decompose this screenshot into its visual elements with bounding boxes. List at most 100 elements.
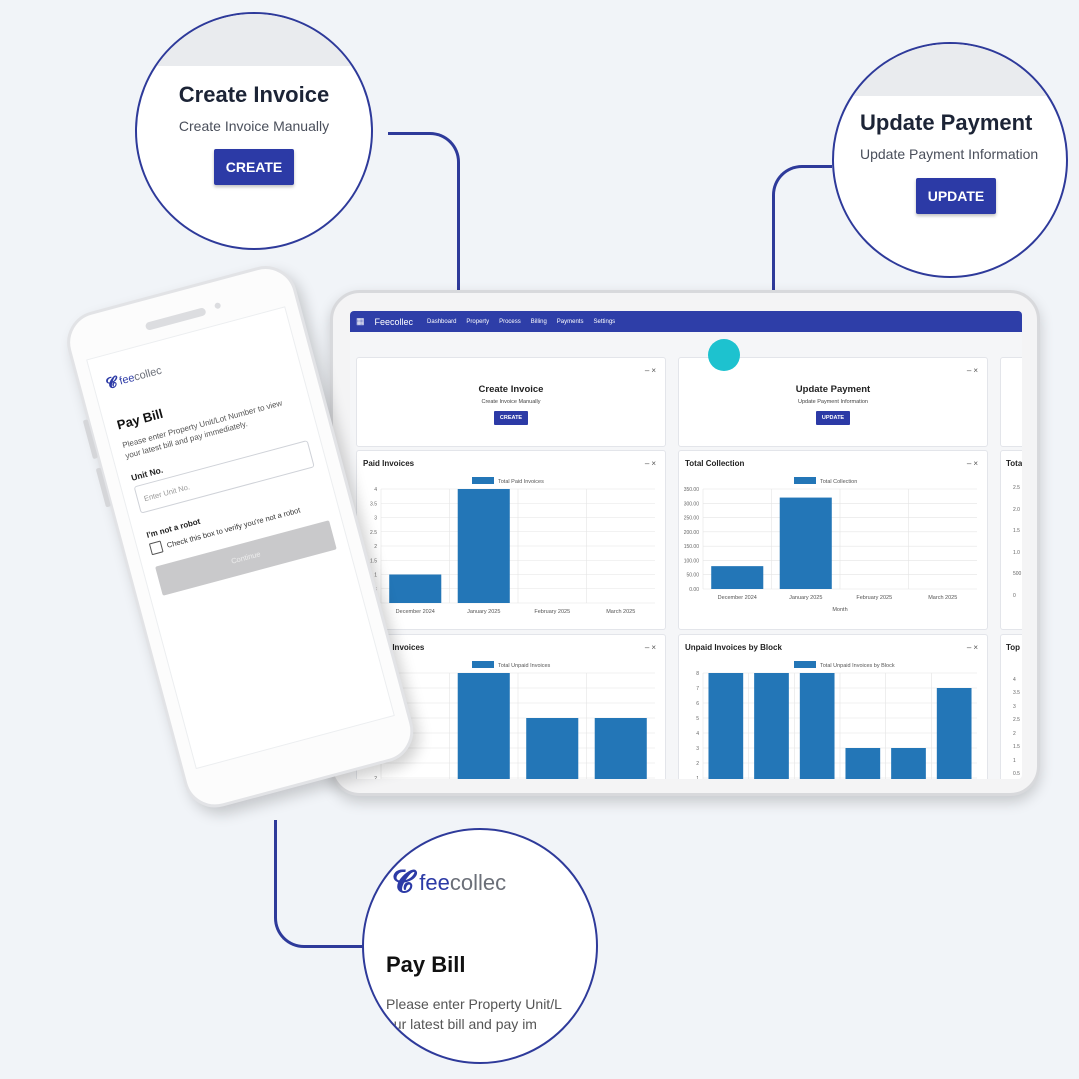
chart-legend: Total Collection <box>794 477 857 485</box>
card-update-subtitle: Update Payment Information <box>797 399 868 405</box>
legend-swatch <box>472 477 494 484</box>
nav-process[interactable]: Process <box>499 319 521 325</box>
callout-paybill-title: Pay Bill <box>386 952 466 977</box>
x-tick-label: January 2025 <box>789 595 822 601</box>
bar[interactable] <box>891 748 926 779</box>
y-tick-label: 3.5 <box>1013 690 1020 697</box>
card-unpaid-by-block: Unpaid Invoices by Block –× Total Unpaid… <box>678 634 988 779</box>
tablet-device: ▦ Feecollec Dashboard Property Process B… <box>330 290 1040 796</box>
logo-prefix: fee <box>419 870 450 895</box>
y-tick-label: 2.0 <box>1013 506 1020 513</box>
y-tick-label: 3 <box>1013 703 1016 710</box>
captcha-checkbox[interactable] <box>148 540 164 556</box>
y-tick-label: 1 <box>696 776 699 779</box>
connector-line-update <box>772 165 832 310</box>
bar[interactable] <box>845 748 881 779</box>
callout-create-button[interactable]: CREATE <box>214 149 294 185</box>
nav-settings[interactable]: Settings <box>593 319 615 325</box>
paid-invoices-chart: Total Paid Invoices00.511.522.533.54Dece… <box>370 477 655 615</box>
card-update-title: Update Payment <box>795 384 871 395</box>
unpaid-by-block-chart: Total Unpaid Invoices by Block012345678 <box>696 661 977 779</box>
cursor-indicator <box>708 339 740 371</box>
y-tick-label: 0.5 <box>1013 771 1020 777</box>
callout-paybill-line2: our latest bill and pay im <box>386 1016 537 1032</box>
create-button[interactable]: CREATE <box>493 411 529 425</box>
bar[interactable] <box>711 566 764 589</box>
y-tick-label: 3 <box>696 746 699 752</box>
feecollec-logo: 𝓒 feecollec <box>392 868 562 898</box>
top-navigation-bar: ▦ Feecollec Dashboard Property Process B… <box>350 311 1022 332</box>
x-tick-label: January 2025 <box>467 609 500 615</box>
nav-billing[interactable]: Billing <box>531 319 547 325</box>
logo-suffix: collec <box>449 870 507 895</box>
y-tick-label: 8 <box>696 671 699 677</box>
x-tick-label: March 2025 <box>606 609 635 615</box>
bar[interactable] <box>594 718 647 779</box>
x-tick-label: February 2025 <box>534 609 570 615</box>
bar[interactable] <box>457 673 510 779</box>
bar[interactable] <box>936 688 972 779</box>
card-partial-right-1 <box>1000 357 1022 447</box>
y-tick-label: 1 <box>1013 757 1016 764</box>
y-tick-label: 1.5 <box>1013 744 1020 751</box>
card-paid-invoices: Paid Invoices –× Total Paid Invoices00.5… <box>356 450 666 630</box>
legend-label: Total Unpaid Invoices <box>498 663 551 669</box>
x-tick-label: December 2024 <box>396 609 435 615</box>
card-window-controls[interactable]: –× <box>645 366 658 375</box>
bar[interactable] <box>526 718 579 779</box>
y-tick-label: 150.00 <box>684 544 700 550</box>
y-tick-label: 250.00 <box>684 516 700 522</box>
x-tick-label: March 2025 <box>928 595 957 601</box>
card-create-title: Create Invoice <box>478 384 544 395</box>
nav-dashboard[interactable]: Dashboard <box>427 319 456 325</box>
callout-paybill-line1: Please enter Property Unit/L <box>386 996 562 1012</box>
y-tick-label: 5 <box>696 716 699 722</box>
y-tick-label: 3 <box>374 516 377 522</box>
bar[interactable] <box>779 497 832 589</box>
y-tick-label: 4 <box>374 487 377 493</box>
y-tick-label: 2.5 <box>1013 485 1020 491</box>
phone-volume-down <box>95 467 111 508</box>
bar[interactable] <box>799 673 835 779</box>
phone-speaker <box>144 307 207 331</box>
partial-axis-1: 2.5 2.0 1.5 1.0 500 0 <box>1001 451 1022 629</box>
callout-update-payment: Update Payment Update Payment Informatio… <box>832 42 1068 278</box>
y-tick-label: 2.5 <box>1013 717 1020 724</box>
legend-label: Total Unpaid Invoices by Block <box>820 663 895 669</box>
y-tick-label: 500 <box>1013 571 1022 578</box>
connector-line-create <box>388 132 460 312</box>
chart-legend: Total Paid Invoices <box>472 477 544 485</box>
legend-swatch <box>472 661 494 668</box>
callout-pay-bill: 𝓒 feecollec Pay Bill Please enter Proper… <box>362 828 598 1064</box>
legend-swatch <box>794 661 816 668</box>
y-tick-label: 0 <box>1013 593 1016 599</box>
callout-update-title: Update Payment <box>860 110 1033 135</box>
update-button[interactable]: UPDATE <box>815 411 851 425</box>
nav-property[interactable]: Property <box>466 319 489 325</box>
y-tick-label: 2.5 <box>370 530 377 536</box>
y-tick-label: 2 <box>374 776 377 779</box>
nav-payments[interactable]: Payments <box>557 319 584 325</box>
bar[interactable] <box>754 673 789 779</box>
brand-name[interactable]: Feecollec <box>375 317 414 327</box>
legend-label: Total Collection <box>820 479 857 485</box>
chart-legend: Total Unpaid Invoices <box>472 661 551 669</box>
y-tick-label: 6 <box>696 701 699 707</box>
legend-swatch <box>794 477 816 484</box>
feecollec-logo-icon: 𝓒 <box>104 373 119 393</box>
apps-grid-icon[interactable]: ▦ <box>356 316 365 327</box>
dashboard-screen: ▦ Feecollec Dashboard Property Process B… <box>350 311 1022 779</box>
y-tick-label: 300.00 <box>684 501 700 507</box>
callout-create-invoice: Create Invoice Create Invoice Manually C… <box>135 12 373 250</box>
card-window-controls[interactable]: –× <box>967 366 980 375</box>
callout-update-button[interactable]: UPDATE <box>916 178 996 214</box>
callout-update-subtitle: Update Payment Information <box>860 146 1039 162</box>
bar[interactable] <box>389 574 442 604</box>
x-tick-label: February 2025 <box>856 595 892 601</box>
y-tick-label: 2 <box>696 761 699 767</box>
bar[interactable] <box>457 489 510 603</box>
continue-button[interactable]: Continue <box>155 520 337 596</box>
phone-camera <box>213 302 222 310</box>
y-tick-label: 7 <box>696 686 699 692</box>
bar[interactable] <box>708 673 744 779</box>
